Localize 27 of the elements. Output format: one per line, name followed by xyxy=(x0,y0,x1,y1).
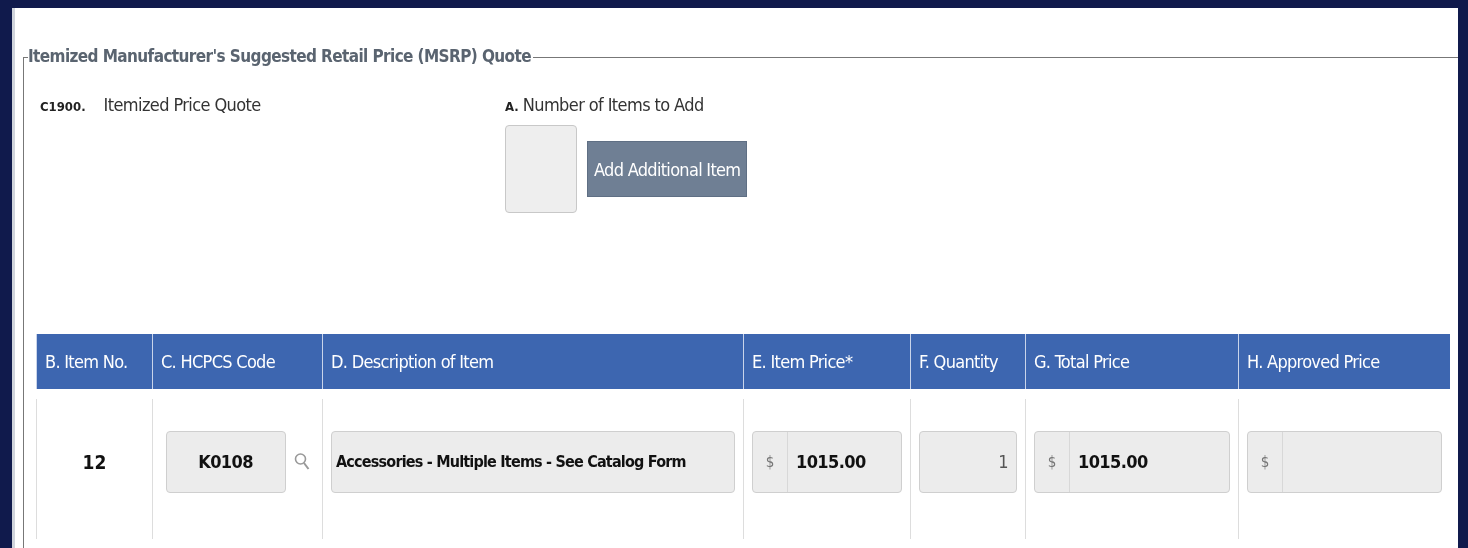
column-header: C. HCPCS Code xyxy=(152,334,322,389)
question-code: C1900. xyxy=(40,99,86,114)
price-field[interactable]: $ 1015.00 xyxy=(752,430,902,493)
dollar-sign: $ xyxy=(1248,431,1283,492)
price-field[interactable]: $ xyxy=(1247,430,1442,493)
dollar-sign: $ xyxy=(1035,431,1070,492)
price-value: 1015.00 xyxy=(1077,451,1149,472)
quantity-field[interactable]: 1 xyxy=(919,430,1017,493)
question-label: Itemized Price Quote xyxy=(103,94,261,115)
column-header: F. Quantity xyxy=(910,334,1025,389)
column-header: G. Total Price xyxy=(1025,334,1238,389)
description-field[interactable]: Accessories - Multiple Items - See Catalog Form xyxy=(331,430,735,493)
item-count-field[interactable] xyxy=(505,125,577,213)
column-header: B. Item No. xyxy=(36,334,152,389)
add-item-button[interactable]: Add Additional Item xyxy=(587,141,748,197)
items-to-add-label: Number of Items to Add xyxy=(522,94,704,115)
column-header: E. Item Price* xyxy=(743,334,910,389)
price-value: 1015.00 xyxy=(795,451,867,472)
item-number: 12 xyxy=(82,450,107,473)
column-header: D. Description of Item xyxy=(322,334,743,389)
column-header: H. Approved Price xyxy=(1238,334,1450,389)
hcpcs-code-field[interactable]: K0108 xyxy=(165,430,286,493)
dollar-sign: $ xyxy=(753,431,788,492)
search-icon[interactable] xyxy=(293,451,310,472)
item-letter: A. xyxy=(505,99,519,114)
section-legend: Itemized Manufacturer's Suggested Retail Price (MSRP) Quote xyxy=(28,46,533,66)
price-field[interactable]: $ 1015.00 xyxy=(1034,430,1230,493)
